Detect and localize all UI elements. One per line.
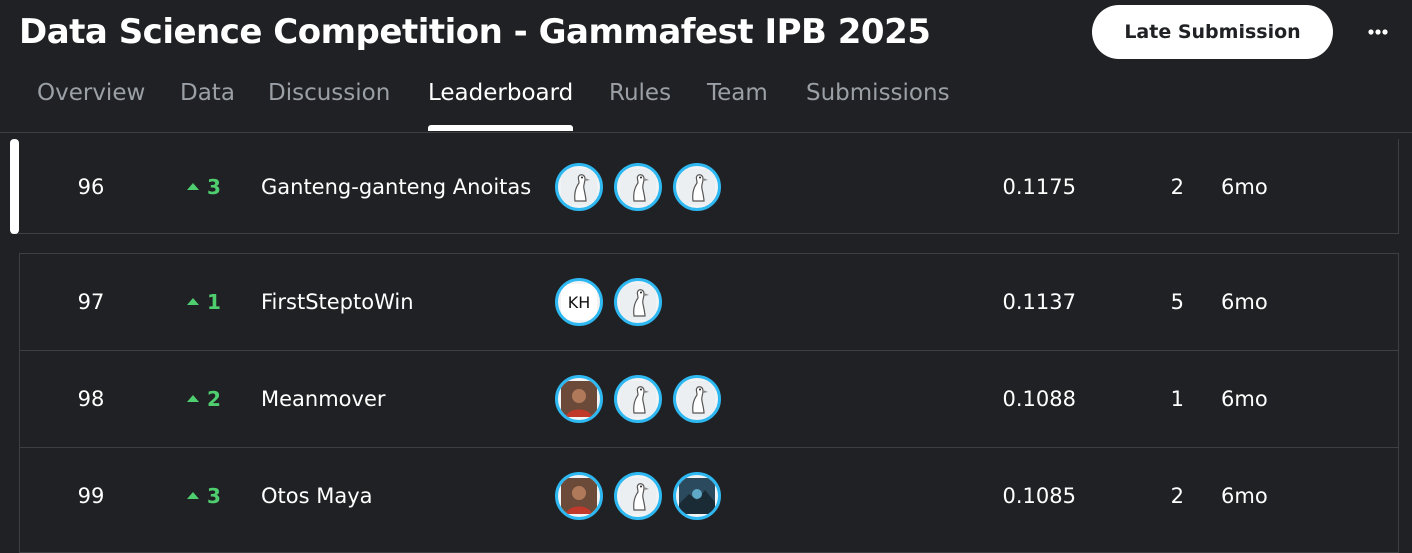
kh-monogram-avatar-icon[interactable]: KH [555,277,603,326]
tab-submissions[interactable]: Submissions [806,80,950,114]
more-horizontal-icon [1368,29,1388,35]
team-members [555,162,732,211]
arrow-up-icon [187,298,199,305]
goose-avatar-icon[interactable] [614,374,662,423]
goose-avatar-icon[interactable] [673,374,721,423]
team-name[interactable]: FirstSteptoWin [261,290,414,314]
goose-avatar-icon[interactable] [555,162,603,211]
goose-avatar-icon[interactable] [614,471,662,520]
rank-change-value: 3 [207,483,221,508]
tab-data[interactable]: Data [180,80,235,114]
active-tab-indicator [428,125,573,131]
arrow-up-icon [187,492,199,499]
team-members: KH [555,277,673,326]
table-row[interactable]: 98 2 Meanmover 0.1088 1 6mo [0,350,1412,447]
rank-change-value: 1 [207,289,221,314]
rank-change-cell: 1 [187,290,221,314]
last-submission-cell: 6mo [1221,386,1268,411]
rank-cell: 96 [77,174,105,199]
rank-cell: 97 [77,289,105,314]
rank-cell: 99 [77,483,105,508]
score-cell: 0.1175 [1002,174,1076,199]
tab-team[interactable]: Team [707,80,768,114]
table-row[interactable]: 99 3 Otos Maya 0.1085 2 6mo [0,447,1412,544]
team-name[interactable]: Otos Maya [261,484,373,508]
rank-change-cell: 3 [187,175,221,199]
goose-avatar-icon[interactable] [614,277,662,326]
more-options-button[interactable] [1362,18,1394,46]
entries-cell: 1 [1170,386,1184,411]
tab-leaderboard[interactable]: Leaderboard [428,80,573,114]
svg-text:KH: KH [568,293,591,312]
last-submission-cell: 6mo [1221,289,1268,314]
photo-avatar-icon[interactable] [555,374,603,423]
goose-avatar-icon[interactable] [614,162,662,211]
tab-rules[interactable]: Rules [609,80,671,114]
photo-avatar-icon[interactable] [555,471,603,520]
entries-cell: 2 [1170,483,1184,508]
last-submission-cell: 6mo [1221,483,1268,508]
tab-bar: Overview Data Discussion Leaderboard Rul… [0,70,1412,133]
team-members [555,471,732,520]
arrow-up-icon [187,395,199,402]
tab-discussion[interactable]: Discussion [268,80,390,114]
arrow-up-icon [187,183,199,190]
rank-cell: 98 [77,386,105,411]
team-name[interactable]: Meanmover [261,387,386,411]
last-submission-cell: 6mo [1221,174,1268,199]
goose-avatar-icon[interactable] [673,162,721,211]
rank-change-cell: 3 [187,484,221,508]
rank-change-value: 3 [207,174,221,199]
score-cell: 0.1085 [1002,483,1076,508]
rank-change-cell: 2 [187,387,221,411]
landscape-avatar-icon[interactable] [673,471,721,520]
team-name[interactable]: Ganteng-ganteng Anoitas [261,175,531,199]
score-cell: 0.1088 [1002,386,1076,411]
table-row[interactable]: 97 1 FirstSteptoWin KH 0.1137 5 6mo [0,253,1412,350]
entries-cell: 5 [1170,289,1184,314]
entries-cell: 2 [1170,174,1184,199]
team-members [555,374,732,423]
page-title: Data Science Competition - Gammafest IPB… [19,12,931,52]
tab-overview[interactable]: Overview [37,80,145,114]
table-row[interactable]: 96 3 Ganteng-ganteng Anoitas 0.1175 2 6mo [0,139,1412,234]
rank-change-value: 2 [207,386,221,411]
score-cell: 0.1137 [1002,289,1076,314]
late-submission-button[interactable]: Late Submission [1092,5,1333,59]
